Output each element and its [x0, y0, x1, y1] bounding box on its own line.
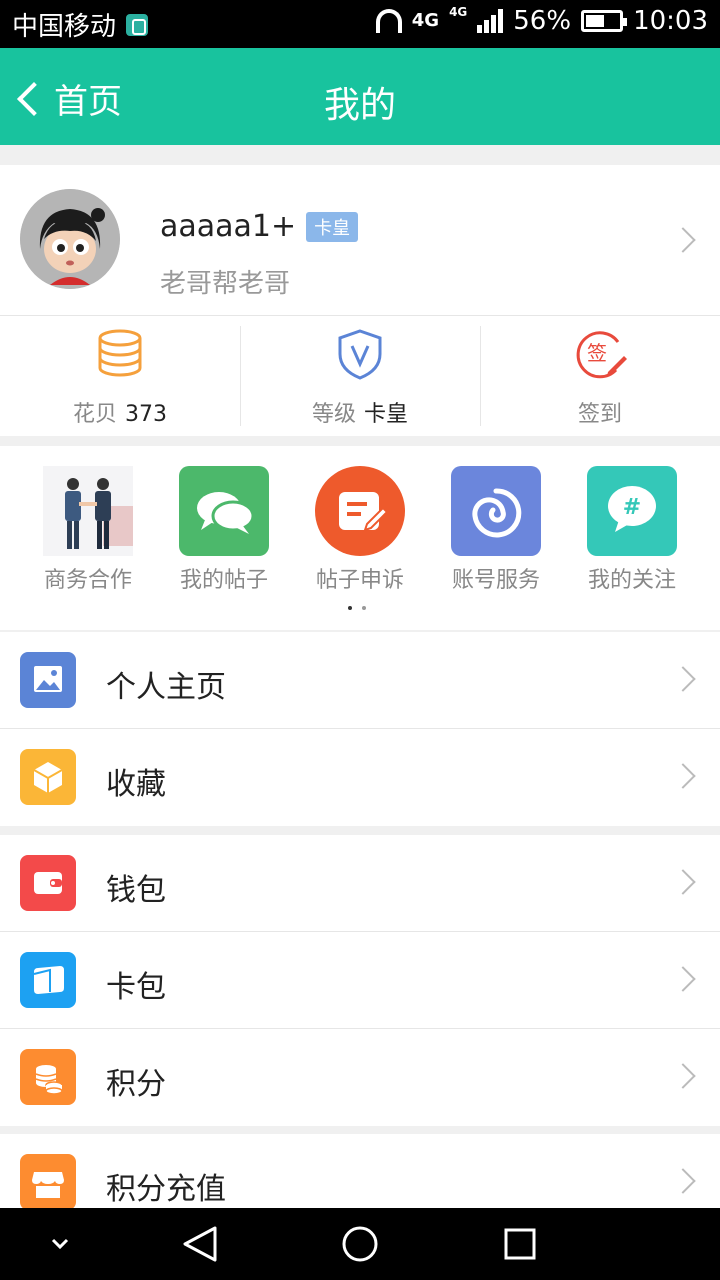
sign-in-icon: 签 [576, 331, 627, 379]
picture-icon [20, 652, 76, 708]
stat-level[interactable]: 等级 卡皇 [240, 316, 480, 436]
nav-back-button[interactable] [150, 1208, 250, 1280]
shortcut-grid: 商务合作 我的帖子 帖子申诉 账号服务 # 我的关注 [0, 446, 720, 630]
page-indicator [348, 606, 366, 610]
chevron-right-icon [670, 966, 696, 992]
stats-bar: 花贝 373 等级 卡皇 签 签到 [0, 316, 720, 436]
chevron-right-icon [670, 227, 696, 253]
avatar[interactable] [20, 189, 120, 289]
status-bar: 中国移动 4G 4G 56% 10:03 [0, 0, 720, 48]
grid-label: 我的帖子 [179, 568, 268, 593]
menu-label: 卡包 [106, 970, 166, 1005]
stat-value: 卡皇 [364, 402, 409, 427]
nav-home-button[interactable] [310, 1208, 410, 1280]
menu-item-cards[interactable]: 卡包 [0, 932, 720, 1029]
grid-item-following[interactable]: # 我的关注 [564, 466, 700, 594]
grid-item-account-service[interactable]: 账号服务 [428, 466, 564, 594]
box-icon [20, 749, 76, 805]
svg-text:签: 签 [587, 341, 607, 365]
stat-signin[interactable]: 签 签到 [480, 316, 720, 436]
stat-value: 373 [125, 402, 167, 427]
nav-hide-button[interactable] [10, 1208, 110, 1280]
headset-icon [375, 9, 402, 33]
grid-label: 商务合作 [43, 568, 132, 593]
business-people-icon [43, 466, 133, 556]
grid-label: 帖子申诉 [315, 568, 404, 593]
grid-item-my-posts[interactable]: 我的帖子 [156, 466, 292, 594]
menu-item-favorites[interactable]: 收藏 [0, 729, 720, 826]
clock: 10:03 [633, 6, 708, 36]
grid-item-business[interactable]: 商务合作 [20, 466, 156, 594]
spiral-icon [451, 466, 541, 556]
menu-group-1: 个人主页 收藏 [0, 632, 720, 826]
grid-label: 账号服务 [451, 568, 540, 593]
menu-item-recharge[interactable]: 积分充值 [0, 1134, 720, 1208]
menu-label: 收藏 [106, 767, 166, 802]
grid-label: 我的关注 [587, 568, 676, 593]
chevron-right-icon [670, 666, 696, 692]
username: aaaaa1+ [160, 209, 297, 244]
user-subtitle: 老哥帮老哥 [160, 269, 291, 299]
chevron-right-icon [670, 763, 696, 789]
grid-item-appeal[interactable]: 帖子申诉 [292, 466, 428, 594]
call-icon [126, 13, 149, 36]
page-title: 我的 [323, 85, 396, 126]
carrier-name: 中国移动 [12, 12, 117, 42]
store-icon [20, 1154, 76, 1208]
nav-recents-button[interactable] [470, 1208, 570, 1280]
chevron-right-icon [670, 1168, 696, 1194]
stat-huabei[interactable]: 花贝 373 [0, 316, 240, 436]
chevron-right-icon [670, 1063, 696, 1089]
chevron-right-icon [670, 869, 696, 895]
profile-card[interactable]: aaaaa1+ 卡皇 老哥帮老哥 [0, 165, 720, 316]
chevron-down-icon [51, 1238, 69, 1250]
menu-item-wallet[interactable]: 钱包 [0, 835, 720, 932]
chat-bubbles-icon [179, 466, 269, 556]
stat-label: 签到 [577, 402, 622, 427]
edit-note-icon [315, 466, 405, 556]
square-recents-icon [504, 1228, 536, 1260]
menu-label: 钱包 [106, 873, 166, 908]
title-bar: 首页 我的 [0, 48, 720, 145]
wallet-icon [20, 855, 76, 911]
menu-group-3: 积分充值 [0, 1134, 720, 1208]
svg-text:#: # [623, 495, 641, 520]
shield-v-icon [338, 329, 382, 380]
menu-label: 积分充值 [106, 1172, 226, 1207]
menu-label: 积分 [106, 1067, 166, 1102]
menu-item-homepage[interactable]: 个人主页 [0, 632, 720, 729]
menu-label: 个人主页 [106, 670, 226, 705]
signal-icon [477, 9, 504, 33]
system-nav-bar [0, 1208, 720, 1280]
coins-icon [20, 1049, 76, 1105]
battery-percent: 56% [513, 6, 572, 36]
network-type: 4G [411, 10, 440, 31]
hashtag-bubble-icon: # [587, 466, 677, 556]
stat-label: 等级 [311, 402, 356, 427]
battery-icon [581, 10, 628, 32]
stat-label: 花贝 [72, 402, 117, 427]
menu-group-2: 钱包 卡包 积分 [0, 835, 720, 1126]
card-icon [20, 952, 76, 1008]
menu-item-points[interactable]: 积分 [0, 1029, 720, 1126]
network-type-small: 4G [449, 5, 468, 19]
circle-home-icon [342, 1226, 378, 1262]
coins-stack-icon [98, 329, 142, 377]
level-badge: 卡皇 [306, 211, 359, 242]
triangle-back-icon [183, 1226, 217, 1262]
